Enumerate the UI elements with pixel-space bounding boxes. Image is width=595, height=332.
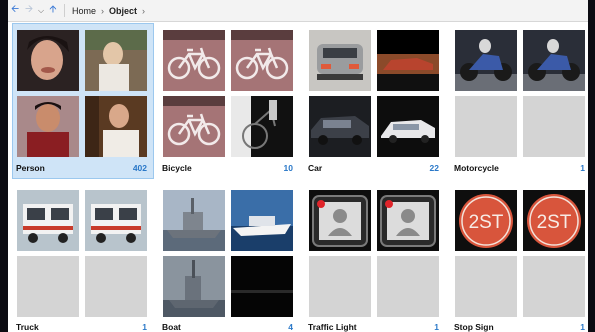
thumbnail-grid: 2ST 2ST — [455, 190, 585, 317]
thumbnail-image — [163, 256, 225, 317]
thumbnail-placeholder — [523, 256, 585, 317]
category-count: 4 — [288, 322, 293, 332]
thumbnail-image: 2ST — [523, 190, 585, 251]
category-count: 1 — [580, 163, 585, 173]
category-tile-truck[interactable]: Truck 1 — [13, 184, 153, 332]
category-tile-traffic-light[interactable]: Traffic Light 1 — [305, 184, 445, 332]
forward-button[interactable]: 🡪 — [22, 2, 36, 20]
thumbnail-grid — [455, 30, 585, 157]
thumbnail-image — [85, 30, 147, 91]
thumbnail-image — [231, 96, 293, 157]
thumbnail-image — [309, 190, 371, 251]
thumbnail-placeholder — [377, 256, 439, 317]
svg-text:2ST: 2ST — [537, 212, 572, 233]
category-label: Stop Sign — [454, 322, 494, 332]
thumbnail-image — [17, 30, 79, 91]
category-label: Person — [16, 163, 45, 173]
category-label: Truck — [16, 322, 39, 332]
thumbnail-grid — [17, 30, 147, 157]
thumbnail-placeholder — [17, 256, 79, 317]
thumbnail-image — [231, 256, 293, 317]
category-count: 1 — [580, 322, 585, 332]
category-label: Car — [308, 163, 323, 173]
breadcrumb-home[interactable]: Home — [72, 6, 96, 16]
thumbnail-image: 2ST — [455, 190, 517, 251]
thumbnail-grid — [309, 30, 439, 157]
thumbnail-image — [309, 30, 371, 91]
thumbnail-image — [85, 96, 147, 157]
category-count: 402 — [132, 163, 147, 173]
thumbnail-image — [17, 96, 79, 157]
thumbnail-image — [523, 30, 585, 91]
thumbnail-grid — [309, 190, 439, 317]
category-tile-bicycle[interactable]: Bicycle 10 — [159, 24, 299, 178]
category-label: Bicycle — [162, 163, 192, 173]
category-count: 1 — [142, 322, 147, 332]
breadcrumb-current[interactable]: Object — [109, 6, 137, 16]
category-tile-boat[interactable]: Boat 4 — [159, 184, 299, 332]
thumbnail-image — [85, 190, 147, 251]
divider — [64, 4, 65, 17]
thumbnail-placeholder — [309, 256, 371, 317]
thumbnail-image — [231, 190, 293, 251]
recent-locations-button[interactable]: ⌵ — [36, 2, 46, 20]
category-count: 22 — [429, 163, 439, 173]
arrow-up-icon: 🡩 — [49, 4, 57, 15]
thumbnail-placeholder — [455, 96, 517, 157]
thumbnail-grid — [17, 190, 147, 317]
arrow-right-icon: 🡪 — [24, 4, 34, 15]
thumbnail-image — [163, 190, 225, 251]
up-button[interactable]: 🡩 — [46, 2, 60, 20]
category-label: Traffic Light — [308, 322, 357, 332]
thumbnail-image — [455, 30, 517, 91]
category-tile-car[interactable]: Car 22 — [305, 24, 445, 178]
category-count: 1 — [434, 322, 439, 332]
thumbnail-grid — [163, 190, 293, 317]
category-label: Motorcycle — [454, 163, 499, 173]
chevron-right-icon[interactable]: › — [142, 6, 145, 16]
thumbnail-placeholder — [85, 256, 147, 317]
category-count: 10 — [283, 163, 293, 173]
thumbnail-placeholder — [523, 96, 585, 157]
thumbnail-image — [377, 190, 439, 251]
svg-text:2ST: 2ST — [469, 212, 504, 233]
thumbnail-placeholder — [455, 256, 517, 317]
thumbnail-image — [377, 96, 439, 157]
thumbnail-image — [377, 30, 439, 91]
chevron-right-icon: › — [101, 5, 105, 16]
thumbnail-grid — [163, 30, 293, 157]
thumbnail-image — [17, 190, 79, 251]
chevron-down-icon: ⌵ — [37, 5, 45, 15]
thumbnail-image — [231, 30, 293, 91]
thumbnail-image — [163, 30, 225, 91]
category-tile-person[interactable]: Person 402 — [12, 23, 154, 179]
thumbnail-image — [309, 96, 371, 157]
thumbnail-image — [163, 96, 225, 157]
back-button[interactable]: 🡨 — [8, 2, 22, 20]
navigation-bar: 🡨 🡪 ⌵ 🡩 Home › Object › — [8, 0, 588, 22]
explorer-window: 🡨 🡪 ⌵ 🡩 Home › Object › Person 402 Bicyc… — [8, 0, 588, 332]
category-tile-stop-sign[interactable]: 2ST 2ST Stop Sign 1 — [451, 184, 588, 332]
arrow-left-icon: 🡨 — [10, 4, 20, 15]
category-label: Boat — [162, 322, 181, 332]
category-tile-motorcycle[interactable]: Motorcycle 1 — [451, 24, 588, 178]
